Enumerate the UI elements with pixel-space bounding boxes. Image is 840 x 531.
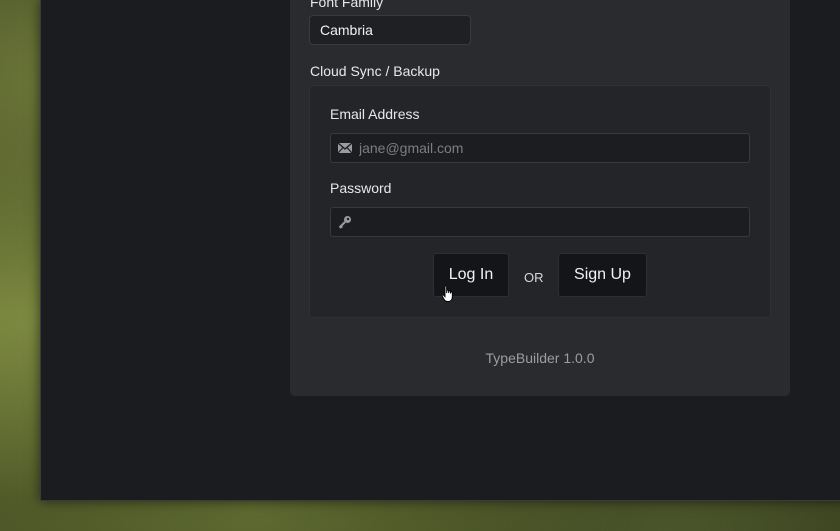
key-icon bbox=[338, 216, 351, 229]
password-input[interactable] bbox=[359, 208, 743, 236]
password-field[interactable] bbox=[330, 207, 750, 237]
sign-up-button[interactable]: Sign Up bbox=[558, 253, 647, 297]
email-field[interactable] bbox=[330, 133, 750, 163]
email-label: Email Address bbox=[330, 106, 420, 122]
hand-pointer-cursor-icon bbox=[441, 285, 453, 302]
email-input[interactable] bbox=[359, 134, 743, 162]
or-separator: OR bbox=[524, 270, 544, 285]
password-label: Password bbox=[330, 180, 392, 196]
cloud-sync-label: Cloud Sync / Backup bbox=[310, 63, 440, 79]
version-label: TypeBuilder 1.0.0 bbox=[485, 350, 595, 366]
font-family-select[interactable]: Cambria bbox=[309, 15, 471, 45]
font-family-label: Font Family bbox=[310, 0, 384, 10]
envelope-icon bbox=[337, 142, 353, 154]
